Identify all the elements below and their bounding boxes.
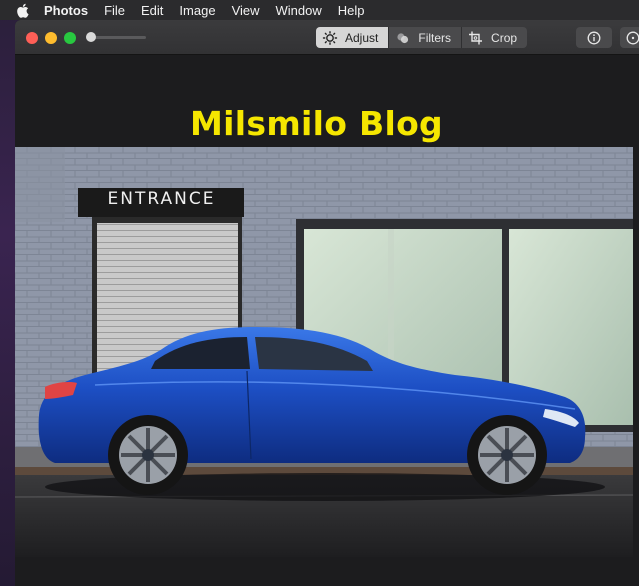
- crop-button[interactable]: Crop: [462, 27, 527, 48]
- zoom-slider[interactable]: [86, 32, 146, 42]
- info-icon: [587, 31, 601, 44]
- filters-circles-icon: [397, 32, 409, 43]
- menu-image[interactable]: Image: [179, 3, 215, 18]
- maximize-button[interactable]: [64, 32, 76, 44]
- crop-label: Crop: [491, 30, 518, 45]
- entrance-sign-text: ENTRANCE: [107, 189, 216, 209]
- blog-title: Milsmilo Blog: [190, 104, 443, 143]
- front-wheel: [467, 415, 547, 495]
- filters-label: Filters: [418, 30, 452, 45]
- menu-view[interactable]: View: [232, 3, 260, 18]
- photos-window: Adjust Filters Crop Milsmilo Blog ENTRAN…: [15, 20, 639, 586]
- close-button[interactable]: [26, 32, 38, 44]
- edit-mode-segmented-control: Adjust Filters Crop: [316, 27, 528, 48]
- filters-button[interactable]: Filters: [389, 27, 463, 48]
- menu-edit[interactable]: Edit: [141, 3, 163, 18]
- menu-help[interactable]: Help: [338, 3, 365, 18]
- menu-file[interactable]: File: [104, 3, 125, 18]
- menu-app-photos[interactable]: Photos: [44, 3, 88, 18]
- crop-icon: [469, 31, 483, 44]
- title-bar: Adjust Filters Crop: [15, 20, 639, 55]
- adjust-sun-icon: [322, 30, 338, 45]
- photo-canvas: Milsmilo Blog ENTRANCE: [15, 55, 639, 586]
- extensions-button[interactable]: [620, 27, 639, 48]
- info-button[interactable]: [576, 27, 612, 48]
- minimize-button[interactable]: [45, 32, 57, 44]
- menu-bar: Photos File Edit Image View Window Help: [0, 0, 639, 20]
- rear-wheel: [108, 415, 188, 495]
- menu-window[interactable]: Window: [276, 3, 322, 18]
- adjust-label: Adjust: [345, 30, 379, 45]
- adjust-button[interactable]: Adjust: [316, 27, 390, 48]
- car-photo[interactable]: ENTRANCE: [15, 147, 633, 557]
- zoom-slider-knob[interactable]: [86, 32, 96, 42]
- extensions-icon: [626, 31, 639, 44]
- apple-icon[interactable]: [16, 2, 30, 18]
